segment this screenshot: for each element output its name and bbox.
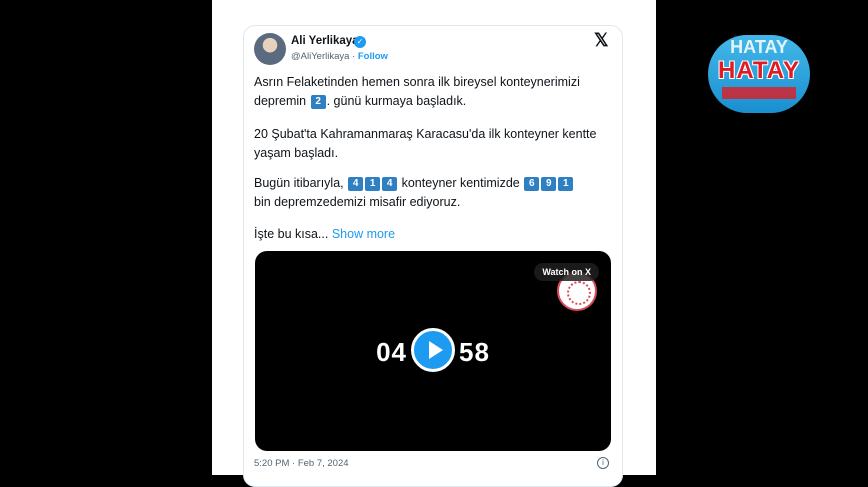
- follow-button[interactable]: Follow: [358, 51, 388, 62]
- number-badge: 1: [365, 177, 381, 191]
- tweet-text: depremin: [254, 94, 307, 108]
- author-handle[interactable]: @AliYerlikaya: [291, 51, 349, 62]
- x-logo-icon[interactable]: 𝕏: [594, 30, 609, 51]
- tweet-text: Bugün itibarıyla,: [254, 176, 344, 190]
- number-badge: 1: [558, 177, 574, 191]
- number-badge: 2: [310, 95, 326, 109]
- author-handle-line: @AliYerlikaya · Follow: [291, 51, 388, 62]
- show-more-link[interactable]: Show more: [332, 227, 395, 241]
- tweet-text: . günü kurmaya başladık.: [326, 94, 467, 108]
- tweet-timestamp[interactable]: 5:20 PM · Feb 7, 2024: [254, 458, 349, 469]
- watch-on-x-button[interactable]: Watch on X: [534, 263, 599, 281]
- tweet-paragraph-4: İşte bu kısa... Show more: [254, 225, 614, 244]
- tweet-paragraph-2: 20 Şubat'ta Kahramanmaraş Karacasu'da il…: [254, 127, 597, 160]
- number-badge: 4: [348, 177, 364, 191]
- verified-icon: ✓: [354, 36, 366, 48]
- tweet-text: İşte bu kısa...: [254, 227, 329, 241]
- tweet-text: Asrın Felaketinden hemen sonra ilk birey…: [254, 75, 580, 89]
- number-badge: 4: [382, 177, 398, 191]
- author-name[interactable]: Ali Yerlikaya: [291, 35, 359, 47]
- hatay-watermark-logo: HATAY HATAY: [708, 35, 810, 113]
- play-icon[interactable]: [411, 328, 455, 372]
- logo-stripe: [722, 87, 796, 99]
- avatar[interactable]: [254, 33, 286, 65]
- tweet-paragraph-3: Bugün itibarıyla, 414 konteyner kentimiz…: [254, 174, 614, 212]
- countdown-left: 04: [376, 337, 407, 367]
- number-badge: 9: [541, 177, 557, 191]
- logo-main-text: HATAY: [718, 57, 800, 84]
- video-player[interactable]: Watch on X 04 58: [255, 251, 611, 451]
- logo-top-text: HATAY: [730, 37, 788, 57]
- tweet-text: konteyner kentimizde: [401, 176, 520, 190]
- number-badge: 6: [524, 177, 540, 191]
- countdown-right: 58: [459, 337, 490, 367]
- tweet-paragraph-1: Asrın Felaketinden hemen sonra ilk birey…: [254, 73, 614, 111]
- handle-separator: ·: [349, 51, 358, 62]
- tweet-text: bin depremzedemizi misafir ediyoruz.: [254, 195, 461, 209]
- info-icon[interactable]: i: [597, 457, 609, 469]
